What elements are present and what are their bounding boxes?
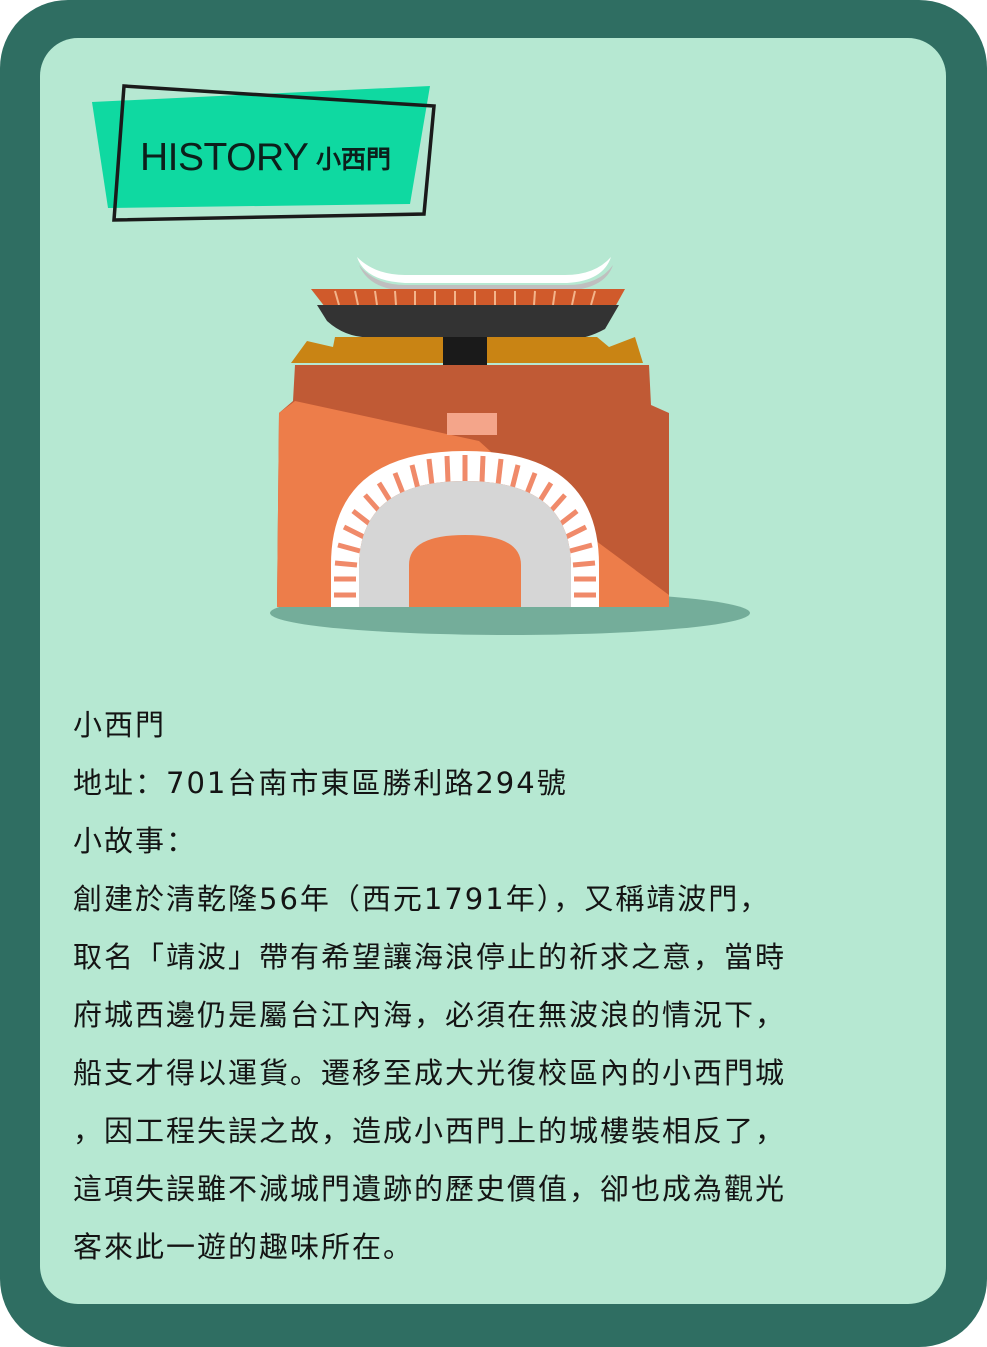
story-line-3: 府城西邊仍是屬台江內海，必須在無波浪的情況下， [73,998,787,1032]
story-line-5: ，因工程失誤之故，造成小西門上的城樓裝相反了， [73,1114,787,1148]
story-line-6: 這項失誤雖不減城門遺跡的歷史價值，卻也成為觀光 [73,1172,787,1206]
info-title: 小西門 [73,708,167,742]
story-line-7: 客來此一遊的趣味所在。 [73,1230,415,1264]
story-line-2: 取名「靖波」帶有希望讓海浪停止的祈求之意，當時 [73,940,787,974]
history-subtitle: 小西門 [316,145,392,174]
info-address: 地址：701台南市東區勝利路294號 [73,766,568,800]
history-title: HISTORY [140,136,309,179]
story-line-1: 創建於清乾隆56年（西元1791年），又稱靖波門， [73,882,771,916]
story-line-4: 船支才得以運貨。遷移至成大光復校區內的小西門城 [73,1056,787,1090]
city-gate-icon [270,257,750,635]
history-tag: HISTORY 小西門 [88,80,444,224]
info-text-block: 小西門 地址：701台南市東區勝利路294號 小故事： 創建於清乾隆56年（西元… [73,696,923,1276]
info-story-label: 小故事： [73,824,198,858]
gate-illustration [265,245,765,645]
